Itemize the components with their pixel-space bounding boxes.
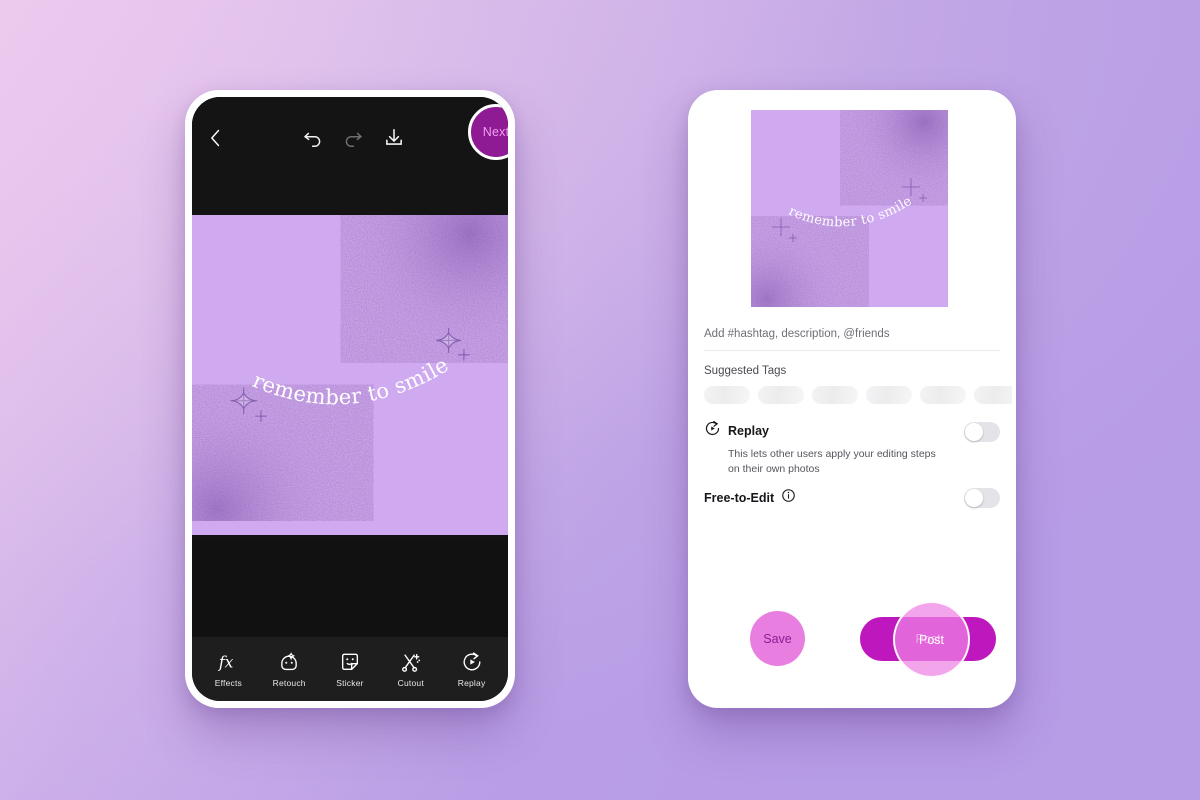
tool-retouch[interactable]: Retouch bbox=[262, 651, 316, 688]
undo-arrow-icon[interactable] bbox=[302, 127, 324, 149]
tool-sticker-label: Sticker bbox=[336, 677, 364, 688]
editor-bottom-area: fx Effects Retouch Sticker Cutout Replay bbox=[192, 541, 508, 701]
suggested-tag-placeholder[interactable] bbox=[866, 386, 912, 404]
free-to-edit-option: Free-to-Edit bbox=[704, 488, 1000, 508]
caption-placeholder: Add #hashtag, description, @friends bbox=[704, 328, 890, 340]
tool-effects[interactable]: fx Effects bbox=[201, 651, 255, 688]
tool-retouch-label: Retouch bbox=[272, 677, 306, 688]
artwork-text-label: remember to smile bbox=[249, 352, 452, 410]
replay-option-title: Replay bbox=[728, 424, 769, 438]
tool-replay[interactable]: Replay bbox=[445, 651, 499, 688]
post-button[interactable]: Post bbox=[860, 617, 996, 661]
sticker-icon bbox=[339, 651, 361, 673]
page-background-overlay bbox=[0, 0, 1200, 800]
caption-input[interactable]: Add #hashtag, description, @friends bbox=[704, 328, 1000, 351]
editor-screen: Next remember to smile fx Effects Retouc… bbox=[192, 97, 508, 701]
post-button-label: Post bbox=[915, 632, 941, 646]
replay-toggle[interactable] bbox=[964, 422, 1000, 442]
suggested-tags-list bbox=[704, 386, 1012, 404]
download-icon[interactable] bbox=[383, 127, 405, 149]
suggested-tag-placeholder[interactable] bbox=[758, 386, 804, 404]
editor-phone: Next remember to smile fx Effects Retouc… bbox=[185, 90, 515, 708]
save-button[interactable]: Save bbox=[750, 611, 805, 666]
editor-toolbar: fx Effects Retouch Sticker Cutout Replay bbox=[192, 637, 508, 701]
replay-option-description: This lets other users apply your editing… bbox=[728, 448, 936, 476]
redo-arrow-icon[interactable] bbox=[342, 127, 364, 149]
tool-effects-label: Effects bbox=[214, 677, 242, 688]
tool-cutout[interactable]: Cutout bbox=[384, 651, 438, 688]
free-to-edit-title: Free-to-Edit bbox=[704, 491, 775, 505]
fx-icon: fx bbox=[217, 651, 239, 673]
suggested-tag-placeholder[interactable] bbox=[812, 386, 858, 404]
suggested-tag-placeholder[interactable] bbox=[920, 386, 966, 404]
replay-option-header: Replay bbox=[704, 420, 1000, 442]
free-to-edit-toggle-knob bbox=[965, 489, 983, 507]
replay-option: Replay This lets other users apply your … bbox=[704, 420, 1000, 477]
replay-circle-icon bbox=[704, 420, 721, 442]
suggested-tags-label: Suggested Tags bbox=[704, 365, 787, 377]
suggested-tag-placeholder[interactable] bbox=[974, 386, 1012, 404]
free-to-edit-toggle[interactable] bbox=[964, 488, 1000, 508]
tool-replay-label: Replay bbox=[457, 677, 486, 688]
suggested-tag-placeholder[interactable] bbox=[704, 386, 750, 404]
editor-canvas[interactable]: remember to smile bbox=[192, 215, 508, 535]
retouch-face-icon bbox=[278, 651, 300, 673]
preview-artwork-text: remember to smile bbox=[786, 194, 915, 231]
save-button-label: Save bbox=[763, 631, 792, 646]
tool-cutout-label: Cutout bbox=[397, 677, 424, 688]
preview-artwork-text-label: remember to smile bbox=[786, 194, 915, 231]
replay-circle-icon bbox=[461, 651, 483, 673]
chevron-left-icon[interactable] bbox=[206, 128, 226, 148]
cutout-scissors-icon bbox=[400, 651, 422, 673]
artwork-text: remember to smile bbox=[249, 352, 452, 410]
svg-text:fx: fx bbox=[218, 653, 234, 671]
info-circle-icon[interactable] bbox=[781, 488, 796, 508]
editor-topbar bbox=[192, 97, 508, 215]
publish-phone: remember to smile Add #hashtag, descript… bbox=[688, 90, 1016, 708]
replay-toggle-knob bbox=[965, 423, 983, 441]
tool-sticker[interactable]: Sticker bbox=[323, 651, 377, 688]
post-preview-thumbnail[interactable]: remember to smile bbox=[751, 110, 948, 307]
next-button-label: Next bbox=[482, 125, 508, 139]
